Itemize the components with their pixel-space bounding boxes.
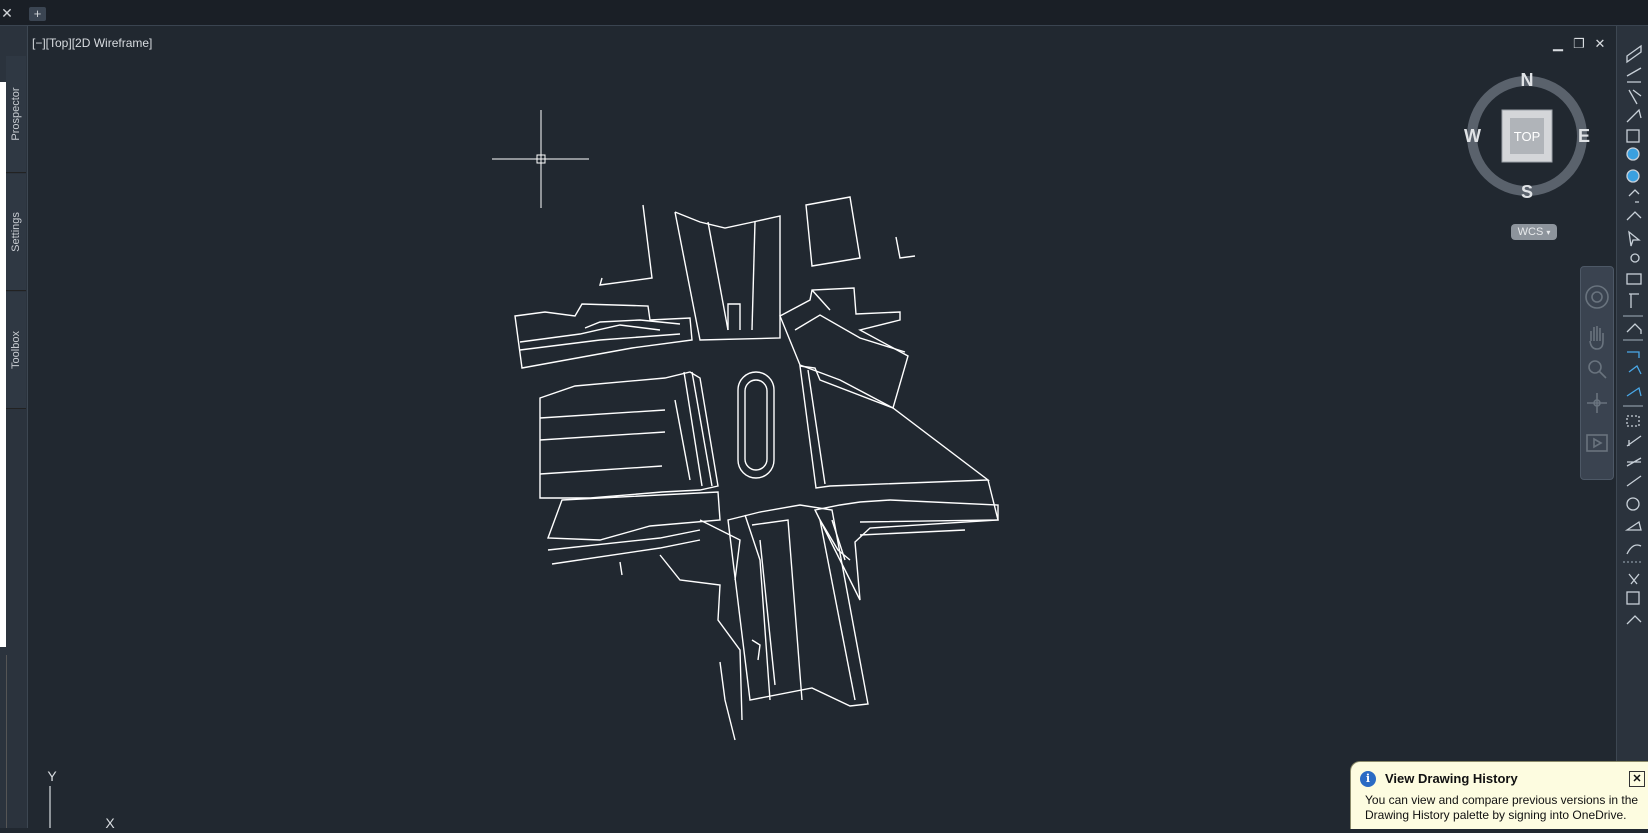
plan-icon[interactable] <box>1626 44 1642 64</box>
dimension-icon[interactable] <box>1626 475 1642 487</box>
navigation-bar <box>1580 266 1614 480</box>
compass-south[interactable]: S <box>1521 182 1533 202</box>
right-toolbar <box>1616 26 1648 828</box>
pressure-pipe-icon[interactable] <box>1626 615 1642 625</box>
notification-close-button[interactable]: ✕ <box>1629 771 1645 787</box>
chevron-down-icon: ▾ <box>1546 228 1551 237</box>
sample-line-icon[interactable] <box>1626 415 1640 427</box>
compass-north[interactable]: N <box>1521 70 1534 90</box>
measure-icon[interactable] <box>1626 457 1642 467</box>
select-icon[interactable] <box>1628 230 1641 247</box>
assembly-icon[interactable] <box>1626 435 1642 447</box>
corridor-icon[interactable] <box>1626 108 1642 123</box>
drawing-linework <box>492 110 999 741</box>
ucs-icon: Y X <box>47 768 115 828</box>
wcs-menu-button[interactable]: WCS ▾ <box>1511 224 1557 240</box>
grading-icon[interactable] <box>1626 323 1642 334</box>
compass-east[interactable]: E <box>1578 126 1590 146</box>
inquiry-icon[interactable] <box>1630 253 1640 263</box>
showmotion-icon[interactable] <box>1586 434 1608 452</box>
viewcube[interactable]: TOP N S E W <box>1460 64 1594 210</box>
compass-west[interactable]: W <box>1464 126 1481 146</box>
globe-icon[interactable] <box>1626 169 1640 183</box>
feature-line-icon[interactable] <box>1626 386 1642 397</box>
crosshair-cursor-icon <box>492 110 589 208</box>
info-icon: i <box>1360 771 1376 787</box>
sheet-icon[interactable] <box>1626 273 1642 285</box>
steering-wheel-icon[interactable] <box>1585 285 1609 309</box>
alignment-icon[interactable] <box>1628 89 1642 105</box>
label-icon[interactable] <box>1626 211 1642 221</box>
annotation-icon[interactable] <box>1626 497 1640 511</box>
edit-icon[interactable] <box>1626 544 1642 555</box>
drawing-history-notification[interactable]: i View Drawing History ✕ You can view an… <box>1350 761 1648 829</box>
section-icon[interactable] <box>1626 129 1640 143</box>
parcel-icon[interactable] <box>1629 293 1639 308</box>
style-icon[interactable] <box>1624 520 1642 531</box>
viewcube-face-top[interactable]: TOP <box>1514 129 1541 144</box>
pan-icon[interactable] <box>1589 326 1604 350</box>
structure-icon[interactable] <box>1628 365 1642 375</box>
ucs-x-label: X <box>105 815 115 828</box>
notification-body: You can view and compare previous versio… <box>1365 793 1639 822</box>
layout-icon[interactable] <box>1626 591 1640 605</box>
point-icon[interactable] <box>1628 189 1640 203</box>
zoom-icon[interactable] <box>1588 360 1607 379</box>
surface-icon[interactable] <box>1626 147 1640 161</box>
orbit-icon[interactable] <box>1587 393 1607 413</box>
transform-icon[interactable] <box>1628 573 1640 585</box>
profile-icon[interactable] <box>1626 67 1642 83</box>
pipe-icon[interactable] <box>1627 351 1640 358</box>
ucs-y-label: Y <box>47 768 57 784</box>
notification-title[interactable]: View Drawing History <box>1385 771 1518 786</box>
